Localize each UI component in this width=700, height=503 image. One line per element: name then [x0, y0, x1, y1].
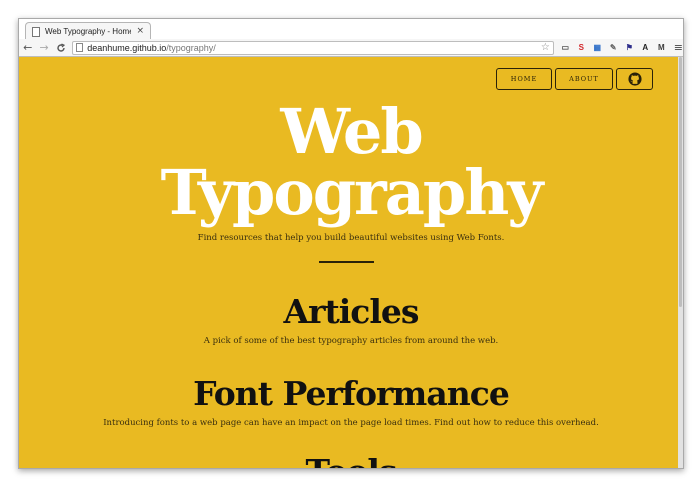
scrollbar-thumb[interactable]	[679, 57, 682, 307]
section-title-font-performance[interactable]: Font Performance	[19, 377, 683, 410]
extension-icon-3[interactable]: ▦	[592, 42, 603, 53]
github-icon	[627, 72, 642, 86]
reload-glyph	[56, 42, 65, 52]
section-title-articles[interactable]: Articles	[19, 295, 683, 328]
extension-icon-2[interactable]: S	[576, 42, 587, 53]
extension-icon-6[interactable]: A	[640, 42, 651, 53]
browser-window: Web Typography - Home × ← → deanhume.git…	[18, 18, 684, 469]
nav-about-button[interactable]: ABOUT	[555, 68, 613, 90]
browser-menu-icon[interactable]: ≡	[674, 41, 683, 54]
address-bar[interactable]: deanhume.github.io/typography/ ☆	[72, 40, 554, 55]
bookmark-star-icon[interactable]: ☆	[541, 42, 550, 53]
url-host: deanhume.github.io	[87, 42, 167, 53]
hero-title-line-1: Web	[280, 95, 423, 168]
forward-arrow-icon[interactable]: →	[36, 40, 51, 56]
nav-home-button[interactable]: HOME	[496, 68, 552, 90]
section-desc-font-performance: Introducing fonts to a web page can have…	[103, 418, 599, 428]
extension-icon-1[interactable]: ▭	[560, 42, 571, 53]
browser-tab[interactable]: Web Typography - Home ×	[25, 22, 151, 40]
section-desc-articles: A pick of some of the best typography ar…	[203, 336, 499, 346]
back-arrow-icon[interactable]: ←	[20, 40, 35, 56]
page-viewport: HOME ABOUT Web Typography Find resources…	[19, 57, 683, 468]
url-path: /typography/	[166, 42, 216, 53]
hero-title-line-2: Typography	[160, 156, 544, 229]
page-scrollbar[interactable]	[678, 57, 683, 468]
tab-title: Web Typography - Home	[45, 27, 132, 36]
tab-strip: Web Typography - Home ×	[19, 19, 683, 40]
section-title-tools[interactable]: Tools	[19, 455, 683, 468]
reload-icon[interactable]	[53, 40, 68, 56]
divider-rule	[319, 261, 374, 263]
url-text[interactable]: deanhume.github.io/typography/	[87, 43, 216, 53]
browser-toolbar: ← → deanhume.github.io/typography/ ☆ ▭ S ▦…	[19, 39, 683, 57]
extension-icon-5[interactable]: ⚑	[624, 42, 635, 53]
extension-icons: ▭ S ▦ ✎ ⚑ A M	[560, 42, 667, 53]
top-nav: HOME ABOUT	[496, 68, 653, 90]
github-button[interactable]	[616, 68, 653, 90]
page-icon	[32, 26, 40, 37]
hero-tagline: Find resources that help you build beaut…	[197, 233, 505, 243]
extension-icon-7[interactable]: M	[656, 42, 667, 53]
extension-icon-4[interactable]: ✎	[608, 42, 619, 53]
page-info-icon[interactable]	[76, 43, 84, 52]
tab-close-icon[interactable]: ×	[136, 27, 144, 36]
